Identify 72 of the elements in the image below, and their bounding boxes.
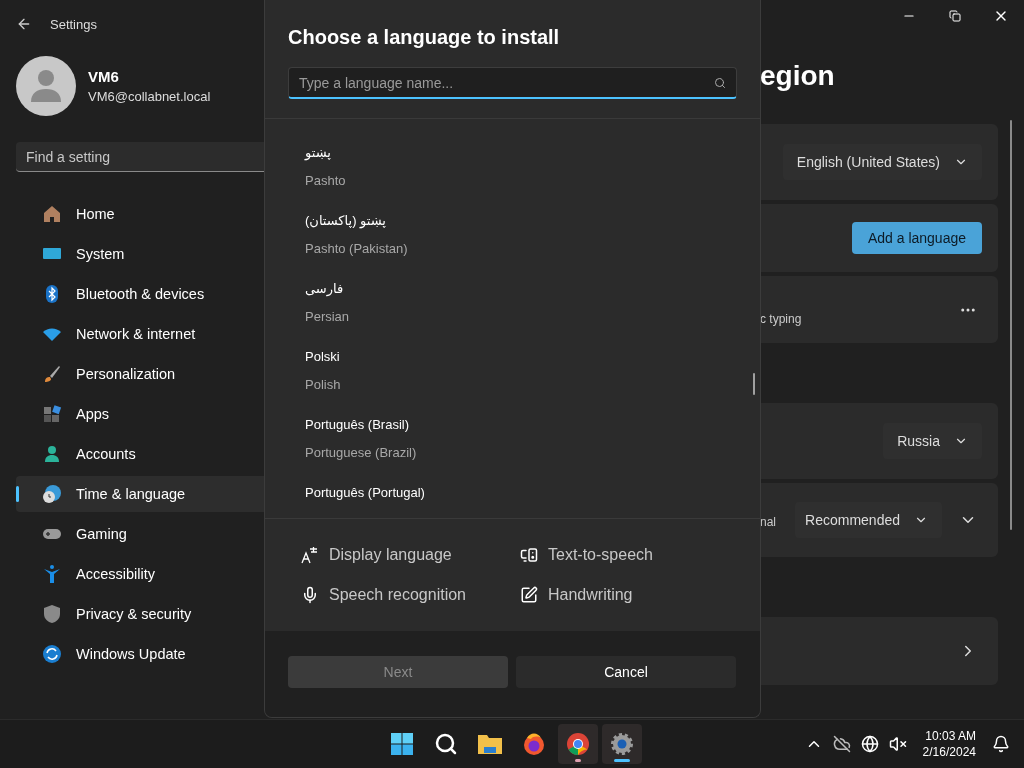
nav-item[interactable]: Accounts <box>16 436 264 472</box>
avatar <box>16 56 76 116</box>
feature-label: Speech recognition <box>329 586 466 604</box>
monitor-speaker-icon <box>520 546 538 564</box>
language-name[interactable]: فارسی <box>305 279 344 299</box>
nav-icon <box>42 204 62 224</box>
feature-label: Handwriting <box>548 586 633 604</box>
language-name[interactable]: Português (Portugal) <box>305 483 425 503</box>
nav-icon <box>42 484 62 504</box>
nav-item[interactable]: Home <box>16 196 264 232</box>
scrollbar[interactable] <box>753 373 755 395</box>
nav-item[interactable]: Bluetooth & devices <box>16 276 264 312</box>
language-name[interactable]: Português (Brasil) <box>305 415 410 435</box>
language-description: c typing <box>760 311 802 326</box>
gear-icon <box>610 732 634 756</box>
dialog-title: Choose a language to install <box>288 26 561 49</box>
search-icon <box>714 76 726 89</box>
language-english-name: Polish <box>305 376 341 394</box>
bell-icon <box>992 735 1010 753</box>
language-search-field[interactable]: Type a language name... <box>299 74 714 91</box>
nav-icon <box>42 364 62 384</box>
clock-time[interactable]: 10:03 AM <box>925 729 976 743</box>
dropdown[interactable]: Russia <box>883 423 982 459</box>
nav-item[interactable]: Time & language <box>16 476 264 512</box>
colored-circle-icon <box>566 732 590 756</box>
dropdown[interactable]: English (United States) <box>782 144 982 180</box>
search-field[interactable]: Find a setting <box>16 142 264 172</box>
nav-item[interactable]: Network & internet <box>16 316 264 352</box>
nav-item[interactable]: Accessibility <box>16 556 264 592</box>
language-english-name: Pashto <box>305 172 346 190</box>
dropdown[interactable]: Recommended <box>795 502 942 538</box>
language-name[interactable]: Polski <box>305 347 340 367</box>
cancel-button[interactable]: Cancel <box>516 656 736 688</box>
taskbar-app[interactable] <box>602 724 642 764</box>
clock-date[interactable]: 2/16/2024 <box>922 745 976 759</box>
globe-icon <box>860 735 879 753</box>
nav-item[interactable]: Privacy & security <box>16 596 264 632</box>
language-name[interactable]: پښتو <box>305 143 331 163</box>
nav-icon <box>42 444 62 464</box>
nav-item[interactable]: Personalization <box>16 356 264 392</box>
nav-item[interactable]: Gaming <box>16 516 264 552</box>
language-name[interactable]: پښتو (پاکستان) <box>305 211 386 231</box>
taskbar-app[interactable] <box>558 724 598 764</box>
nav-icon <box>42 604 62 624</box>
nav-icon <box>42 644 62 664</box>
language-english-name: Pashto (Pakistan) <box>305 240 408 258</box>
feature-label: Display language <box>329 546 452 564</box>
search-box[interactable]: Type a language name... <box>288 67 737 99</box>
add-language-button[interactable]: Add a language <box>851 222 982 254</box>
window-title: Settings <box>50 16 97 32</box>
restore-icon <box>949 10 961 22</box>
account-name: VM6 <box>88 68 120 85</box>
flame-globe-icon <box>522 732 546 756</box>
cloud-off-icon <box>832 735 851 753</box>
nav-item[interactable]: System <box>16 236 264 272</box>
nav-icon <box>42 404 62 424</box>
page-heading: egion <box>760 59 836 93</box>
windows-logo-icon <box>390 732 414 756</box>
language-english-name: Persian <box>305 308 350 326</box>
nav-item[interactable]: Windows Update <box>16 636 264 672</box>
nav-item[interactable]: Apps <box>16 396 264 432</box>
folder-icon <box>477 733 503 755</box>
scrollbar[interactable] <box>1010 120 1012 530</box>
text-format-icon <box>301 546 319 564</box>
feature-label: Text-to-speech <box>548 546 653 564</box>
account-email: VM6@collabnet.local <box>88 89 211 104</box>
search-icon <box>434 732 458 756</box>
speaker-muted-icon <box>888 735 907 753</box>
microphone-icon <box>301 586 319 604</box>
setting-label: nal <box>760 515 776 529</box>
language-english-name: Portuguese (Brazil) <box>305 444 417 462</box>
pen-square-icon <box>520 586 538 604</box>
